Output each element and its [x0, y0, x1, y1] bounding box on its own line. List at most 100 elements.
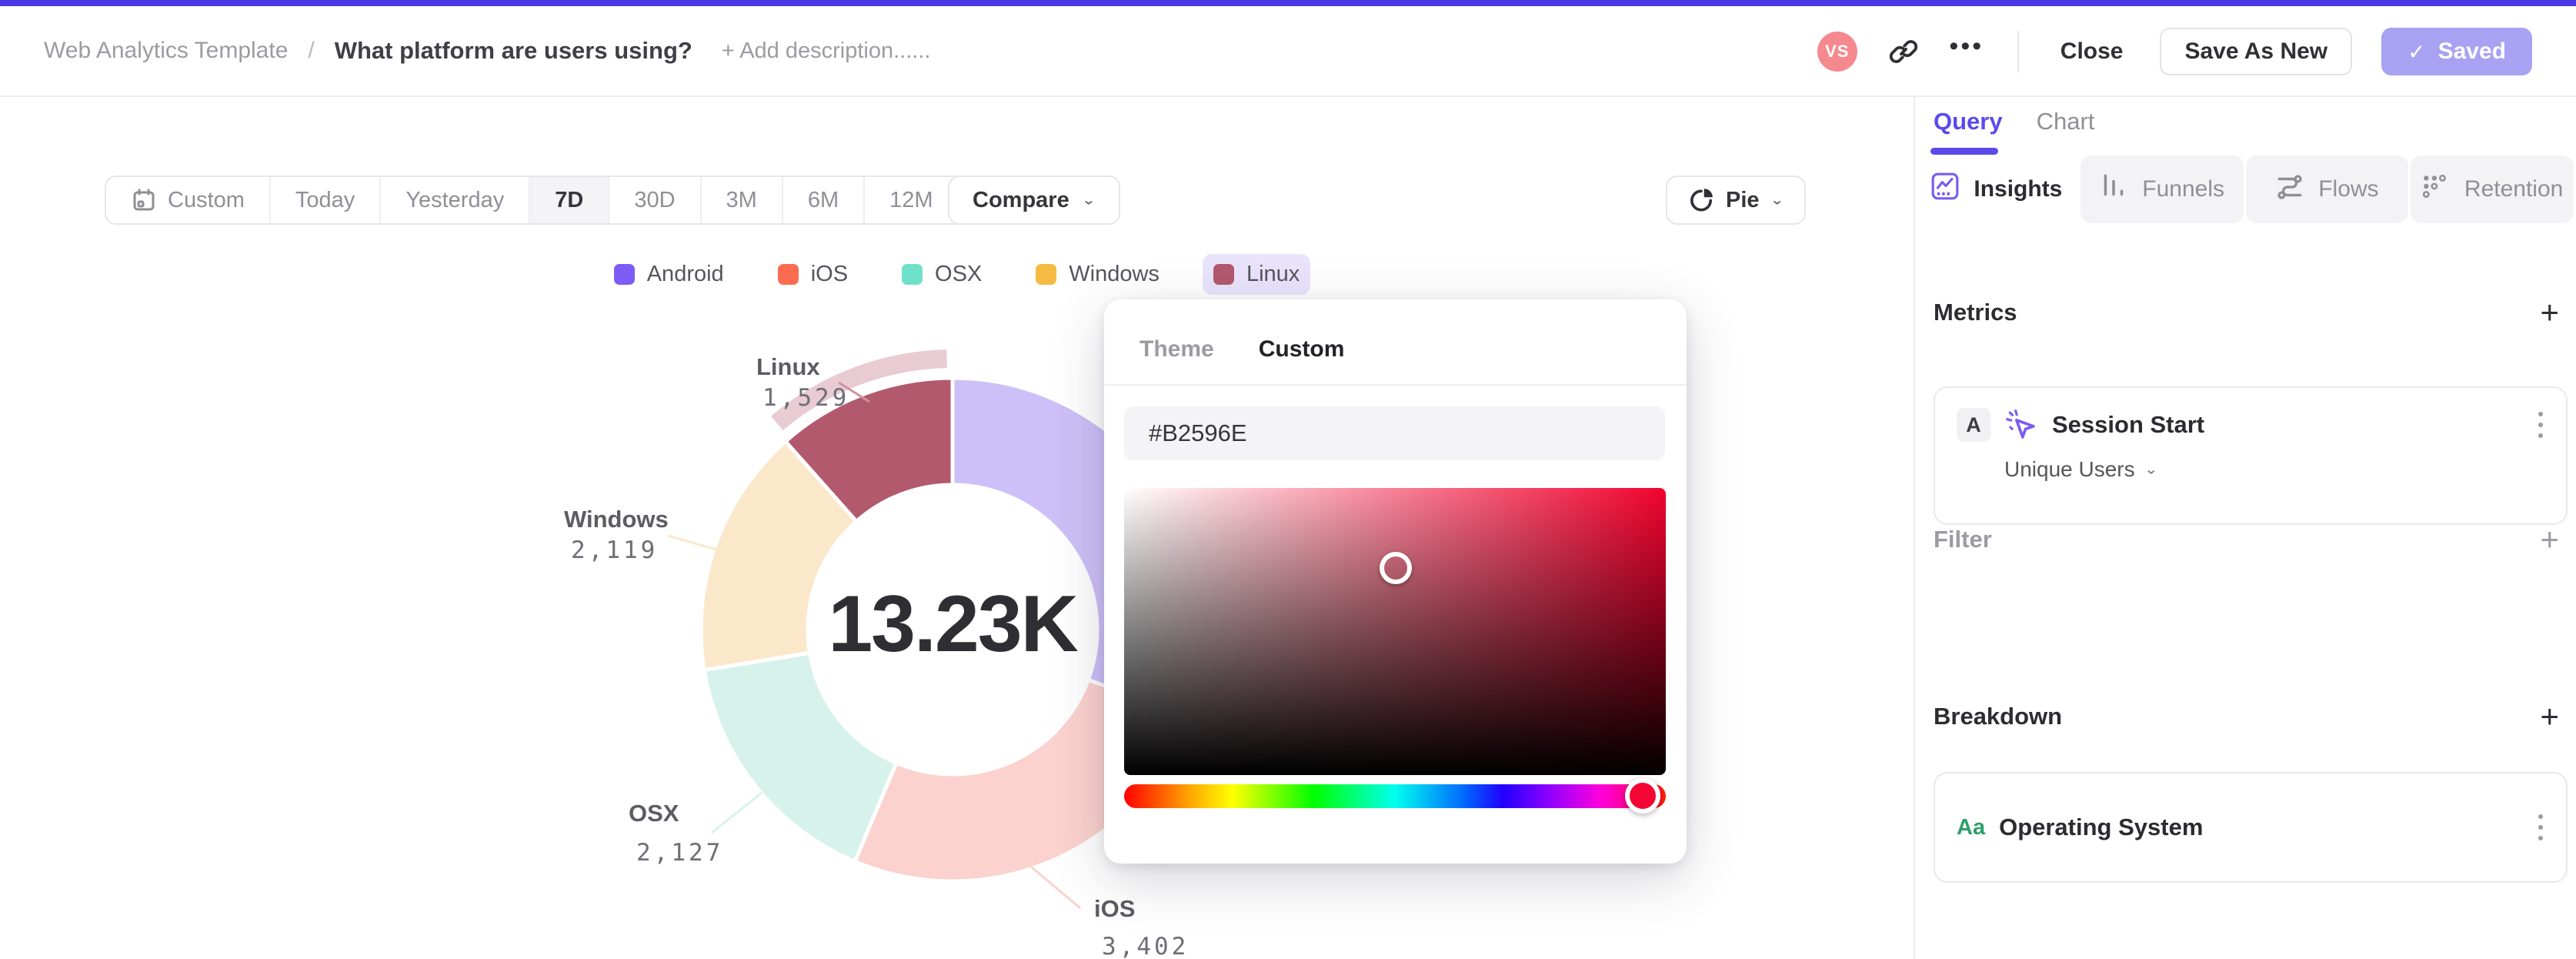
date-range-group: CustomTodayYesterday7D30D3M6M12MXTD⌄ [105, 175, 1079, 225]
breakdown-section-header: Breakdown + [1934, 693, 2559, 740]
metric-card[interactable]: A Session Start Unique Users ⌄ [1934, 386, 2568, 525]
legend-swatch [1036, 264, 1057, 285]
slice-label-name: iOS [1094, 895, 1135, 922]
view-tab-flows[interactable]: Flows [2245, 155, 2409, 223]
legend-label: Linux [1246, 262, 1300, 286]
hex-color-input[interactable] [1124, 406, 1665, 460]
view-tab-retention[interactable]: Retention [2411, 155, 2574, 223]
insight-view-tabs: Insights Funnels Flows Retention [1915, 155, 2574, 223]
add-filter-button[interactable]: + [2540, 523, 2559, 556]
label-leader-line [711, 791, 762, 834]
avatar[interactable]: VS [1817, 32, 1857, 72]
legend-item-linux[interactable]: Linux [1202, 254, 1311, 295]
metrics-section-title: Metrics [1934, 299, 2017, 326]
saved-button[interactable]: ✓ Saved [2381, 28, 2532, 75]
tab-chart[interactable]: Chart [2037, 108, 2095, 135]
range-yesterday[interactable]: Yesterday [379, 177, 529, 223]
legend-item-osx[interactable]: OSX [891, 254, 993, 295]
legend-item-windows[interactable]: Windows [1025, 254, 1170, 295]
aggregation-dropdown[interactable]: Unique Users ⌄ [1935, 442, 2566, 482]
chart-type-button[interactable]: Pie ⌄ [1666, 175, 1806, 225]
view-tab-label: Retention [2464, 176, 2564, 202]
slice-label-value: 2,119 [571, 536, 658, 564]
saved-button-label: Saved [2438, 38, 2506, 64]
slice-label-name: Windows [564, 506, 669, 533]
compare-button[interactable]: Compare ⌄ [948, 175, 1121, 225]
retention-icon [2421, 172, 2451, 207]
close-button[interactable]: Close [2053, 28, 2131, 75]
legend-item-android[interactable]: Android [603, 254, 735, 295]
label-leader-line [1030, 865, 1081, 910]
breadcrumb: Web Analytics Template / What platform a… [0, 37, 930, 65]
filter-section-header: Filter + [1934, 516, 2559, 563]
color-picker-popup: Theme Custom [1104, 299, 1687, 864]
save-as-new-button[interactable]: Save As New [2160, 28, 2353, 75]
breakdown-card[interactable]: Aa Operating System [1934, 772, 2568, 883]
slice-label-value: 3,402 [1102, 933, 1189, 959]
compare-label: Compare [973, 187, 1069, 212]
query-sidebar: Query Chart Insights Funnels Flows Retentio… [1914, 97, 2576, 959]
tab-theme[interactable]: Theme [1140, 336, 1214, 363]
range-7d[interactable]: 7D [529, 177, 609, 223]
hue-slider-thumb[interactable] [1625, 778, 1660, 814]
range-30d[interactable]: 30D [608, 177, 699, 223]
range-custom[interactable]: Custom [106, 177, 269, 223]
funnels-icon [2099, 172, 2128, 207]
more-options-button[interactable]: ••• [1949, 33, 1984, 68]
add-metric-button[interactable]: + [2540, 296, 2559, 329]
active-tab-underline [1930, 148, 1998, 155]
slice-label-name: Linux [756, 353, 820, 380]
range-6m[interactable]: 6M [781, 177, 863, 223]
legend-swatch [1213, 264, 1234, 285]
chart-legend: Android iOS OSX Windows Linux [0, 254, 1914, 295]
chart-type-label: Pie [1726, 187, 1760, 212]
legend-label: Windows [1069, 262, 1160, 286]
chevron-down-icon: ⌄ [1081, 192, 1096, 208]
check-icon: ✓ [2407, 39, 2426, 64]
tab-custom[interactable]: Custom [1259, 336, 1345, 363]
legend-item-ios[interactable]: iOS [767, 254, 859, 295]
flows-icon [2275, 172, 2304, 207]
share-link-button[interactable] [1887, 35, 1920, 68]
breadcrumb-separator: / [308, 38, 315, 63]
insight-editor-window: Web Analytics Template / What platform a… [0, 0, 2576, 959]
view-tab-insights[interactable]: Insights [1915, 155, 2078, 223]
header-actions: VS ••• Close Save As New ✓ Saved [1817, 6, 2532, 97]
pie-icon [1690, 189, 1713, 212]
range-3m[interactable]: 3M [699, 177, 782, 223]
breakdown-section-title: Breakdown [1934, 703, 2063, 730]
view-tab-label: Insights [1974, 176, 2063, 202]
legend-swatch [902, 264, 923, 285]
view-tab-funnels[interactable]: Funnels [2080, 155, 2244, 223]
range-today[interactable]: Today [269, 177, 379, 223]
page-title[interactable]: What platform are users using? [335, 37, 692, 65]
add-description-button[interactable]: + Add description...... [722, 38, 931, 64]
slice-label-name: OSX [629, 800, 679, 827]
chevron-down-icon: ⌄ [1770, 192, 1784, 208]
header-divider [2017, 31, 2019, 72]
hue-slider[interactable] [1124, 784, 1666, 808]
view-tab-label: Flows [2318, 176, 2379, 202]
metric-label: Session Start [2052, 411, 2205, 438]
insights-icon [1930, 172, 1960, 207]
text-property-icon: Aa [1957, 814, 1986, 840]
series-badge: A [1957, 408, 1990, 442]
tab-query[interactable]: Query [1934, 108, 2003, 135]
range-12m[interactable]: 12M [863, 177, 957, 223]
pie-slice-osx[interactable] [702, 650, 899, 864]
breakdown-label: Operating System [1999, 814, 2204, 840]
metrics-section-header: Metrics + [1934, 296, 2559, 329]
sidebar-tabs: Query Chart [1934, 108, 2094, 135]
saturation-gradient-area[interactable] [1124, 488, 1666, 775]
filter-section-title: Filter [1934, 526, 1992, 553]
link-icon [1889, 40, 1917, 63]
breadcrumb-root[interactable]: Web Analytics Template [44, 38, 288, 64]
sparkle-cursor-icon [2006, 409, 2035, 439]
add-breakdown-button[interactable]: + [2540, 700, 2559, 733]
legend-swatch [777, 264, 799, 285]
legend-swatch [613, 264, 635, 285]
metric-menu-button[interactable] [2535, 409, 2546, 441]
calendar-icon [133, 189, 155, 211]
breakdown-menu-button[interactable] [2535, 811, 2546, 844]
gradient-cursor[interactable] [1380, 552, 1412, 584]
